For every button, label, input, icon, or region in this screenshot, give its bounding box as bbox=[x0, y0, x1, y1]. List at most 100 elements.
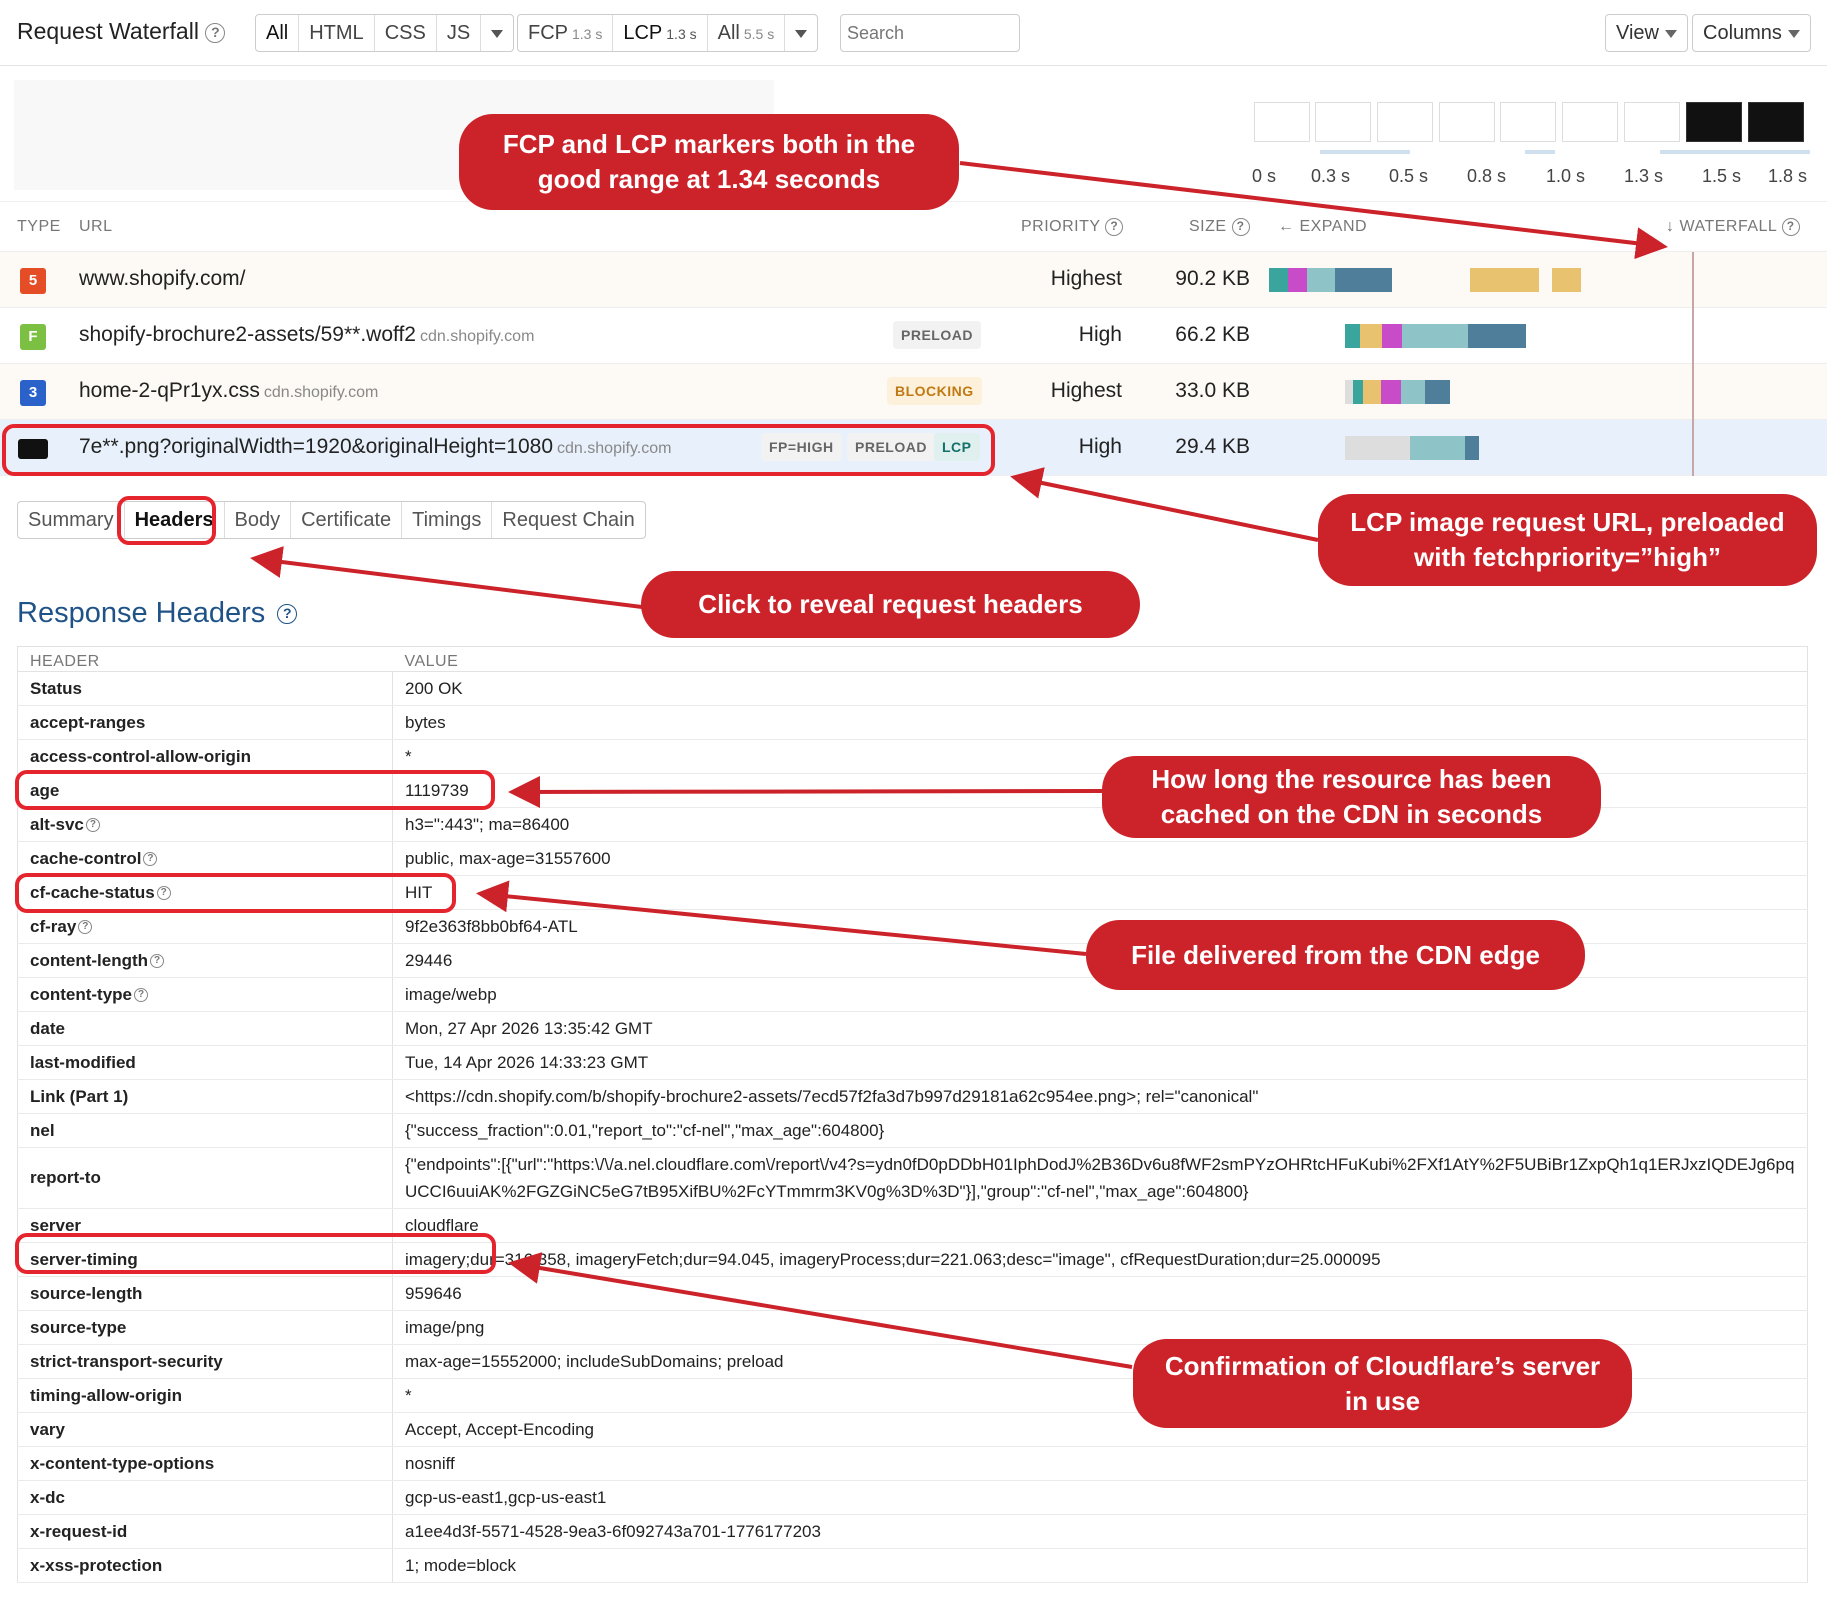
filter-css[interactable]: CSS bbox=[375, 15, 437, 51]
arrow-left-icon: ← bbox=[1278, 218, 1295, 235]
filter-all[interactable]: All bbox=[256, 15, 300, 51]
waterfall-bar-group bbox=[1260, 364, 1827, 420]
filmstrip-frame[interactable] bbox=[1254, 102, 1310, 142]
callout-age: How long the resource has been cached on… bbox=[1102, 756, 1601, 838]
header-value: Tue, 14 Apr 2026 14:33:23 GMT bbox=[392, 1045, 1808, 1080]
css3-icon: 3 bbox=[20, 380, 46, 406]
response-headers-title-text: Response Headers bbox=[17, 597, 266, 629]
filter-js[interactable]: JS bbox=[437, 15, 482, 51]
search-input[interactable] bbox=[840, 14, 1020, 52]
waterfall-bar-group bbox=[1260, 252, 1827, 308]
column-priority-label: PRIORITY bbox=[1021, 218, 1101, 236]
arrow-lcp-image bbox=[1010, 467, 1319, 542]
column-url[interactable]: URL bbox=[79, 218, 113, 236]
header-name-text: strict-transport-security bbox=[30, 1351, 223, 1371]
page-title-text: Request Waterfall bbox=[17, 18, 199, 44]
header-name-text: cf-ray bbox=[30, 916, 77, 936]
request-priority: High bbox=[1078, 323, 1122, 346]
filter-more-dropdown[interactable] bbox=[481, 15, 513, 51]
timeline-tick: 0.3 s bbox=[1311, 166, 1351, 186]
column-waterfall[interactable]: ↓ WATERFALL ? bbox=[1666, 218, 1800, 236]
callout-fcp-lcp: FCP and LCP markers both in the good ran… bbox=[459, 114, 959, 210]
timeline-tick: 1.8 s bbox=[1768, 166, 1808, 186]
toolbar: Request Waterfall ? All HTML CSS JS FCP 1… bbox=[0, 0, 1827, 66]
header-name-text: x-content-type-options bbox=[30, 1453, 215, 1473]
help-icon[interactable]: ? bbox=[277, 604, 298, 625]
help-icon[interactable]: ? bbox=[85, 818, 100, 833]
request-size: 90.2 KB bbox=[1175, 267, 1250, 290]
milestone-dropdown[interactable] bbox=[785, 15, 817, 51]
request-row[interactable]: F shopify-brochure2-assets/59**.woff2 cdn… bbox=[0, 308, 1827, 364]
milestone-all[interactable]: All 5.5 s bbox=[708, 15, 786, 51]
help-icon[interactable]: ? bbox=[205, 22, 226, 43]
request-row[interactable]: 5 www.shopify.com/ Highest 90.2 KB bbox=[0, 252, 1827, 308]
table-header-row: HEADER VALUE bbox=[17, 646, 1808, 672]
column-size[interactable]: SIZE ? bbox=[1189, 218, 1250, 236]
milestone-lcp[interactable]: LCP 1.3 s bbox=[613, 15, 708, 51]
table-row: accept-ranges bytes bbox=[17, 705, 1808, 740]
milestone-fcp[interactable]: FCP 1.3 s bbox=[518, 15, 614, 51]
milestone-time: 1.3 s bbox=[572, 26, 603, 42]
header-name: accept-ranges bbox=[17, 705, 393, 740]
filmstrip-frame[interactable] bbox=[1748, 102, 1804, 142]
help-icon[interactable]: ? bbox=[150, 954, 165, 969]
header-name: content-type? bbox=[17, 977, 393, 1012]
columns-button[interactable]: Columns bbox=[1692, 14, 1811, 52]
table-row: x-request-id a1ee4d3f-5571-4528-9ea3-6f09… bbox=[17, 1514, 1808, 1549]
request-row[interactable]: 3 home-2-qPr1yx.css cdn.shopify.com BLOCK… bbox=[0, 364, 1827, 420]
waterfall-bar-wait bbox=[1410, 436, 1465, 460]
timeline-tick: 0.5 s bbox=[1389, 166, 1429, 186]
header-name: cache-control? bbox=[17, 841, 393, 876]
header-name-text: x-request-id bbox=[30, 1521, 128, 1541]
filmstrip-frame[interactable] bbox=[1439, 102, 1495, 142]
waterfall-bar-ssl bbox=[1382, 324, 1402, 348]
callout-headers-tab: Click to reveal request headers bbox=[641, 571, 1140, 638]
response-headers-title: Response Headers ? bbox=[17, 597, 298, 630]
help-icon[interactable]: ? bbox=[1231, 218, 1250, 236]
table-row: source-length 959646 bbox=[17, 1276, 1808, 1311]
tab-timings[interactable]: Timings bbox=[402, 502, 493, 538]
callout-lcp-image: LCP image request URL, preloaded with fe… bbox=[1318, 494, 1817, 586]
header-value: <https://cdn.shopify.com/b/shopify-broch… bbox=[392, 1079, 1808, 1114]
tab-request-chain[interactable]: Request Chain bbox=[492, 502, 644, 538]
milestone-time: 5.5 s bbox=[743, 26, 775, 42]
table-row: cache-control? public, max-age=31557600 bbox=[17, 841, 1808, 876]
column-type[interactable]: TYPE bbox=[17, 218, 61, 236]
expand-label: EXPAND bbox=[1299, 218, 1368, 235]
help-icon[interactable]: ? bbox=[134, 988, 148, 1003]
help-icon[interactable]: ? bbox=[78, 920, 93, 935]
milestone-label: FCP bbox=[528, 22, 568, 44]
filmstrip-frame[interactable] bbox=[1686, 102, 1742, 142]
filmstrip-frame[interactable] bbox=[1377, 102, 1433, 142]
header-name-text: last-modified bbox=[30, 1052, 136, 1072]
view-button[interactable]: View bbox=[1605, 14, 1688, 52]
filmstrip-frame[interactable] bbox=[1562, 102, 1618, 142]
header-name-text: Link (Part 1) bbox=[30, 1086, 129, 1106]
waterfall-bar-wait bbox=[1402, 324, 1468, 348]
header-name: Status bbox=[17, 671, 393, 706]
table-row: x-xss-protection 1; mode=block bbox=[17, 1548, 1808, 1583]
help-icon[interactable]: ? bbox=[1105, 218, 1124, 236]
request-priority: Highest bbox=[1050, 267, 1122, 290]
expand-button[interactable]: ← EXPAND bbox=[1278, 218, 1367, 236]
filmstrip-progress bbox=[1525, 150, 1555, 154]
callout-server: Confirmation of Cloudflare’s server in u… bbox=[1133, 1339, 1632, 1428]
header-value: HIT bbox=[392, 875, 1808, 910]
request-size: 29.4 KB bbox=[1175, 435, 1250, 458]
request-url-path: www.shopify.com/ bbox=[79, 267, 246, 290]
header-name-text: vary bbox=[30, 1419, 65, 1439]
request-size: 66.2 KB bbox=[1175, 323, 1250, 346]
column-priority[interactable]: PRIORITY ? bbox=[1021, 218, 1124, 236]
filmstrip-frame[interactable] bbox=[1500, 102, 1556, 142]
tab-body[interactable]: Body bbox=[225, 502, 292, 538]
help-icon[interactable]: ? bbox=[143, 852, 158, 867]
filmstrip-frame[interactable] bbox=[1315, 102, 1371, 142]
tab-summary[interactable]: Summary bbox=[18, 502, 125, 538]
header-value: a1ee4d3f-5571-4528-9ea3-6f092743a701-177… bbox=[392, 1514, 1808, 1549]
milestone-filter-group: FCP 1.3 s LCP 1.3 s All 5.5 s bbox=[517, 14, 819, 52]
filmstrip-frame[interactable] bbox=[1624, 102, 1680, 142]
filter-html[interactable]: HTML bbox=[299, 15, 375, 51]
tab-certificate[interactable]: Certificate bbox=[291, 502, 403, 538]
help-icon[interactable]: ? bbox=[1781, 218, 1800, 236]
columns-label: Columns bbox=[1703, 22, 1782, 44]
